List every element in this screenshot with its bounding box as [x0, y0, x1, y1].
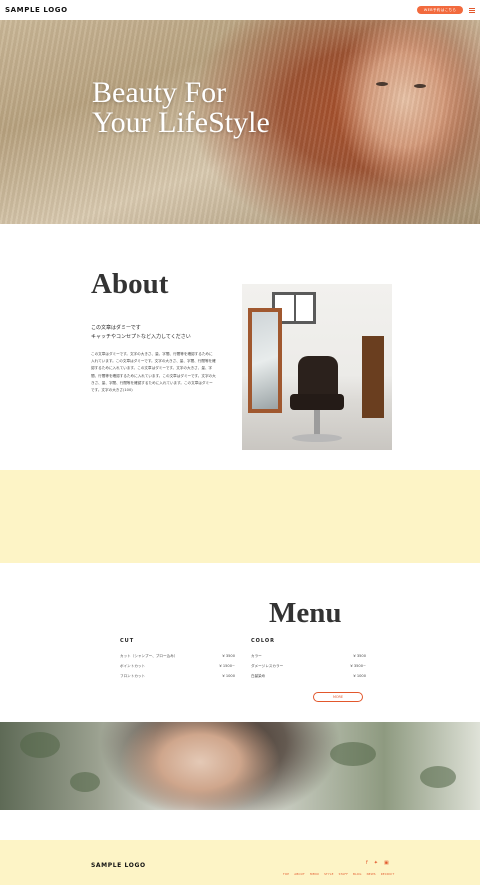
hamburger-line [469, 11, 475, 13]
menu-item-price: ¥ 1000 [222, 674, 235, 678]
site-logo[interactable]: SAMPLE LOGO [5, 6, 68, 14]
instagram-icon[interactable]: ▣ [384, 860, 389, 866]
hamburger-line [469, 7, 475, 9]
menu-cut-heading: CUT [120, 638, 135, 644]
menu-color-column: COLOR カラー ¥ 3500 ダメージレスカラー ¥ 3500~ 白髪染め … [251, 638, 366, 681]
menu-row: ダメージレスカラー ¥ 3500~ [251, 661, 366, 671]
social-links: f ✦ ▣ [366, 860, 389, 866]
hero-title-line2: Your LifeStyle [92, 106, 270, 139]
salon-interior-photo [242, 284, 392, 450]
menu-color-heading: COLOR [251, 638, 276, 644]
menu-title: Menu [269, 597, 342, 629]
about-body-text: この文章はダミーです。文字の大きさ、量、字間、行間等を確認するために入れています… [91, 352, 216, 393]
about-lead-line1: この文章はダミーです [91, 325, 141, 331]
footer-nav-blog[interactable]: BLOG [353, 872, 362, 876]
menu-item-name: ポイントカット [120, 663, 146, 668]
footer-nav-about[interactable]: ABOUT [294, 872, 305, 876]
menu-item-price: ¥ 1500~ [219, 664, 235, 668]
facebook-icon[interactable]: f [366, 860, 368, 866]
menu-item-name: フロントカット [120, 673, 146, 678]
menu-row: 白髪染め ¥ 1000 [251, 671, 366, 681]
menu-row: フロントカット ¥ 1000 [120, 671, 235, 681]
menu-item-price: ¥ 3500 [353, 654, 366, 658]
photo-cabinet [362, 336, 384, 418]
yellow-band [0, 470, 480, 563]
menu-cut-column: CUT カット（シャンプー、ブロー込み） ¥ 3500 ポイントカット ¥ 15… [120, 638, 235, 681]
photo-chair-pole [314, 410, 320, 436]
footer-nav: TOP ABOUT MENU STYLE STAFF BLOG NEWS REC… [283, 872, 394, 876]
menu-item-price: ¥ 3500 [222, 654, 235, 658]
footer-nav-menu[interactable]: MENU [310, 872, 319, 876]
photo-leaf [420, 766, 456, 788]
footer-nav-top[interactable]: TOP [283, 872, 289, 876]
footer-nav-staff[interactable]: STAFF [339, 872, 348, 876]
menu-item-name: 白髪染め [251, 673, 266, 678]
photo-chair-seat [290, 394, 344, 410]
header-actions: WEB予約はこちら [417, 6, 475, 14]
hero-title: Beauty For Your LifeStyle [92, 78, 270, 138]
web-reserve-button[interactable]: WEB予約はこちら [417, 6, 463, 14]
hamburger-line [469, 9, 475, 11]
menu-row: カラー ¥ 3500 [251, 651, 366, 661]
about-lead: この文章はダミーです キャッチやコンセプトなど入力してください [91, 324, 231, 342]
photo-mirror [248, 308, 282, 413]
footer-nav-news[interactable]: NEWS [367, 872, 376, 876]
photo-chair-base [292, 434, 342, 442]
footer-logo[interactable]: SAMPLE LOGO [91, 862, 146, 869]
hero-title-line1: Beauty For [92, 76, 227, 109]
menu-item-name: カラー [251, 653, 262, 658]
twitter-icon[interactable]: ✦ [374, 860, 378, 866]
hero-eye [414, 84, 426, 88]
hero-image: Beauty For Your LifeStyle [0, 20, 480, 224]
photo-leaf [20, 732, 60, 758]
menu-row: ポイントカット ¥ 1500~ [120, 661, 235, 671]
photo-leaf [330, 742, 376, 766]
menu-item-name: ダメージレスカラー [251, 663, 284, 668]
menu-item-price: ¥ 1000 [353, 674, 366, 678]
style-photo [0, 722, 480, 810]
site-header: SAMPLE LOGO WEB予約はこちら [0, 0, 480, 20]
menu-item-name: カット（シャンプー、ブロー込み） [120, 653, 178, 658]
menu-more-button[interactable]: MORE [313, 692, 363, 702]
about-lead-line2: キャッチやコンセプトなど入力してください [91, 334, 191, 340]
hero-eye [376, 82, 388, 86]
photo-leaf [70, 772, 100, 792]
footer-nav-recruit[interactable]: RECRUIT [381, 872, 395, 876]
site-footer: SAMPLE LOGO f ✦ ▣ TOP ABOUT MENU STYLE S… [0, 840, 480, 885]
menu-row: カット（シャンプー、ブロー込み） ¥ 3500 [120, 651, 235, 661]
hamburger-icon[interactable] [469, 7, 475, 13]
menu-item-price: ¥ 3500~ [350, 664, 366, 668]
footer-nav-style[interactable]: STYLE [324, 872, 334, 876]
about-title: About [91, 268, 169, 300]
